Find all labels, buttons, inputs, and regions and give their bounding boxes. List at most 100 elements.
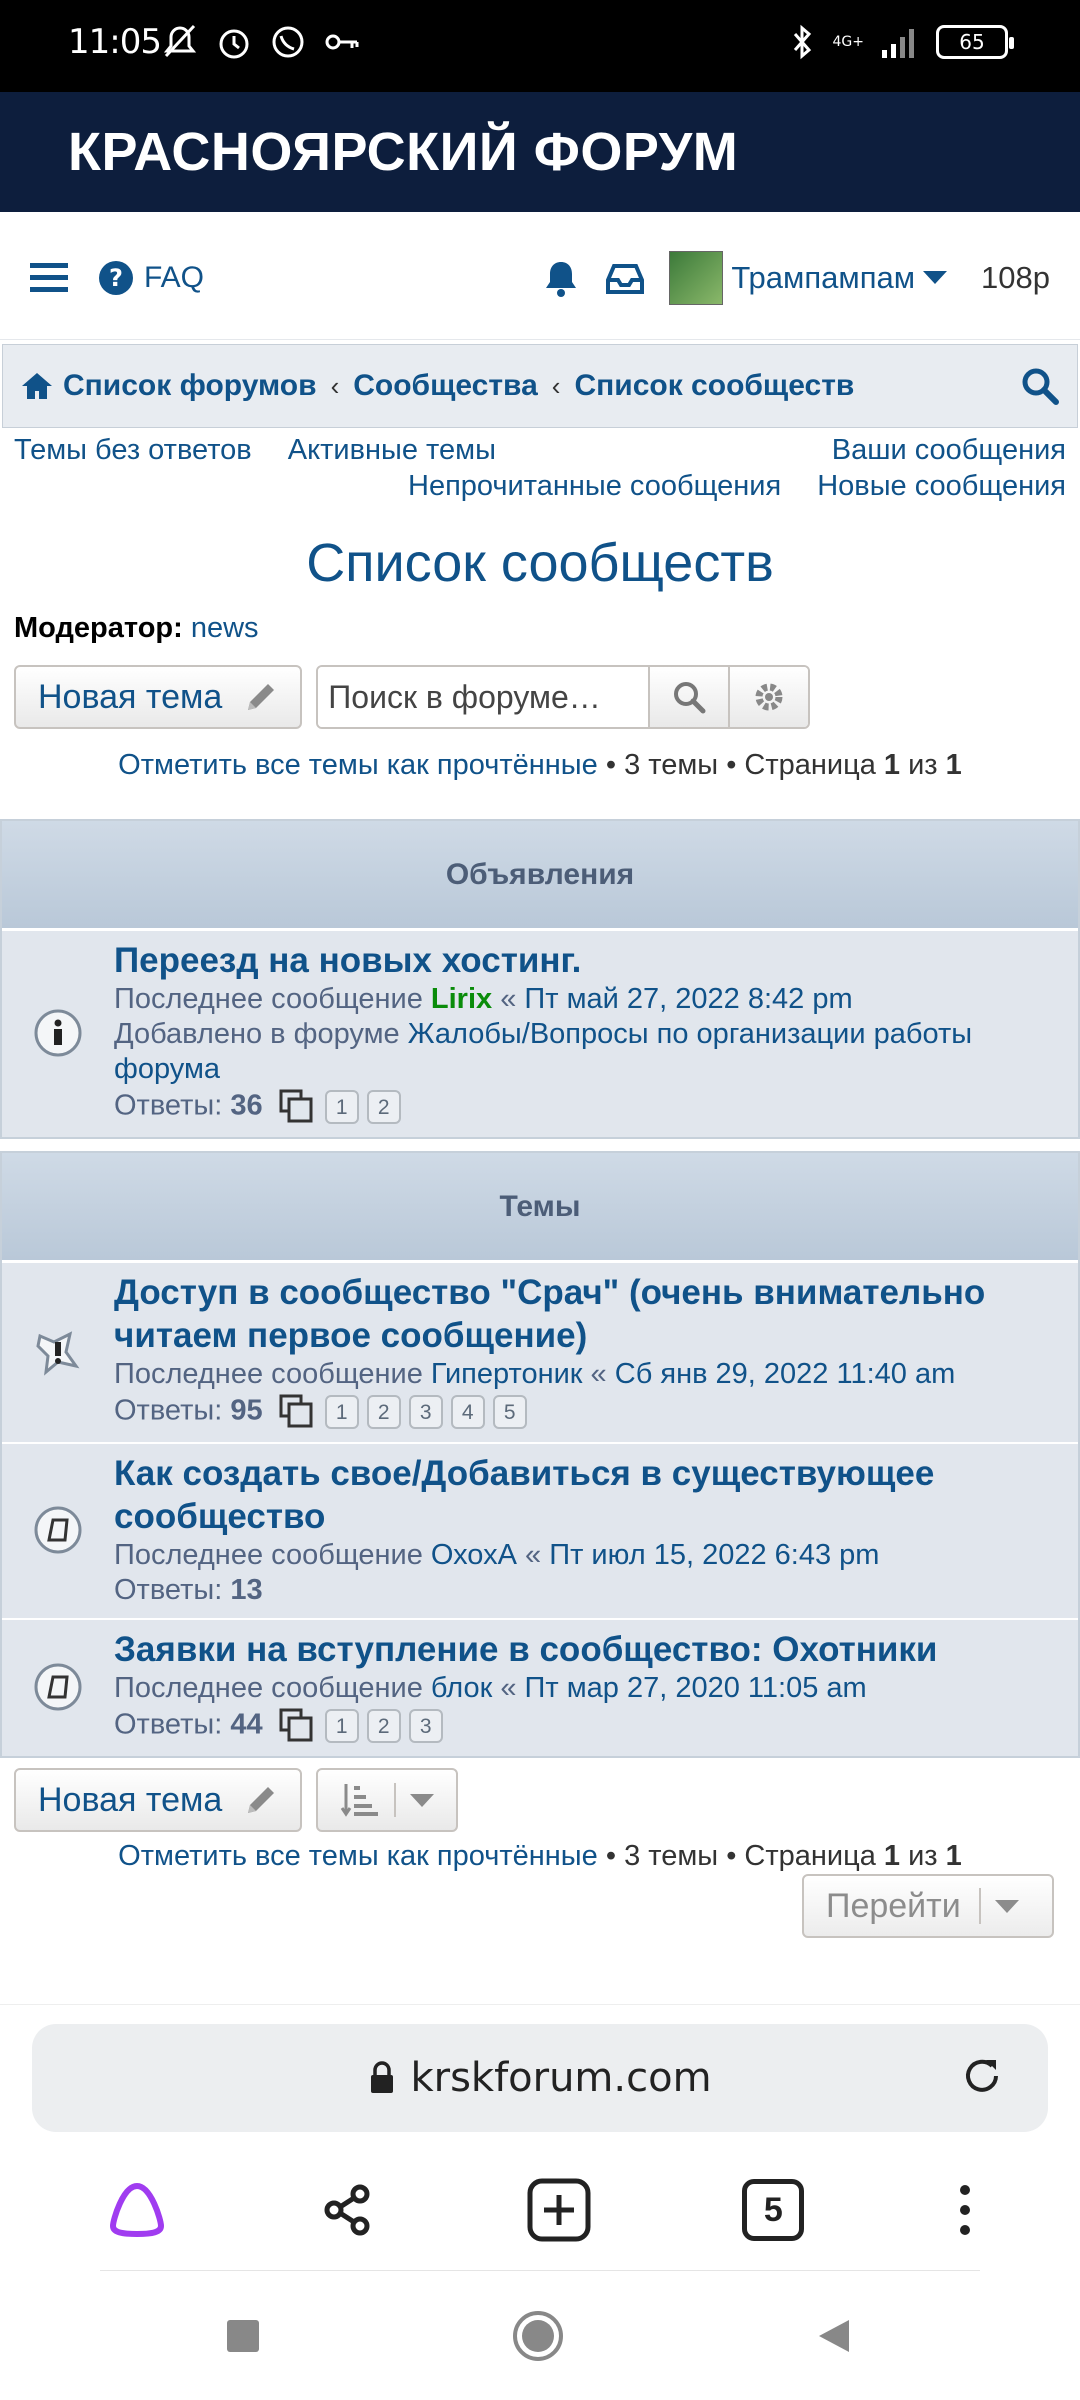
- breadcrumb-separator: ‹: [330, 370, 340, 401]
- page-title[interactable]: Список сообществ: [0, 528, 1080, 598]
- page-links: 1 2: [277, 1087, 401, 1127]
- pagination: Отметить все темы как прочтённые • 3 тем…: [0, 749, 1080, 789]
- last-post-date[interactable]: Пт май 27, 2022 8:42 pm: [524, 983, 852, 1015]
- navbar: ? FAQ Трампампам 108р: [0, 216, 1080, 340]
- recents-icon[interactable]: [225, 2318, 261, 2354]
- bluetooth-icon: [793, 24, 811, 60]
- topic-read-icon: [34, 1663, 82, 1711]
- unread-posts-link[interactable]: Непрочитанные сообщения: [408, 470, 781, 502]
- topic-title[interactable]: Доступ в сообщество "Срач" (очень внимат…: [114, 1271, 1062, 1357]
- breadcrumb: Список форумов ‹ Сообщества ‹ Список соо…: [2, 344, 1078, 428]
- home-button-icon[interactable]: [511, 2309, 565, 2363]
- last-post-label: Последнее сообщение: [114, 1358, 423, 1390]
- home-icon: [22, 373, 52, 399]
- page-links: 1 2 3: [277, 1706, 443, 1746]
- address-bar[interactable]: krskforum.com: [32, 2024, 1048, 2132]
- user-menu[interactable]: Трампампам: [669, 250, 948, 305]
- back-icon[interactable]: [815, 2316, 855, 2356]
- forum-search: Поиск в форуме…: [316, 665, 811, 729]
- topic-row: Переезд на новых хостинг. Последнее сооб…: [2, 929, 1078, 1137]
- page-link[interactable]: 2: [366, 1090, 401, 1124]
- last-post-date[interactable]: Пт мар 27, 2020 11:05 am: [525, 1672, 867, 1704]
- question-circle-icon: ?: [99, 260, 133, 295]
- page-link[interactable]: 1: [324, 1709, 359, 1743]
- sort-options-button[interactable]: [316, 1768, 459, 1832]
- jump-to-button[interactable]: Перейти: [802, 1874, 1054, 1938]
- topic-title[interactable]: Переезд на новых хостинг.: [114, 939, 1062, 982]
- moderator-link[interactable]: news: [191, 612, 259, 644]
- share-icon[interactable]: [320, 2182, 376, 2238]
- faq-link[interactable]: ? FAQ: [98, 260, 204, 296]
- status-bar: 11:05 4G+ 65: [0, 0, 1080, 92]
- replies-label: Ответы:: [114, 1574, 223, 1606]
- last-post-author[interactable]: Гипертоник: [431, 1358, 583, 1390]
- active-topics-link[interactable]: Активные темы: [288, 434, 496, 466]
- advanced-search-button[interactable]: [728, 667, 809, 727]
- breadcrumb-forums[interactable]: Список форумов: [63, 369, 317, 403]
- topics-box: Темы Доступ в сообщество "Срач" (очень в…: [0, 1151, 1080, 1758]
- replies-label: Ответы:: [114, 1394, 223, 1427]
- page-link[interactable]: 3: [408, 1395, 443, 1429]
- separator: •: [726, 749, 737, 781]
- page-link[interactable]: 1: [324, 1395, 359, 1429]
- replies-label: Ответы:: [114, 1089, 223, 1122]
- your-posts-link[interactable]: Ваши сообщения: [832, 434, 1066, 466]
- topic-title[interactable]: Как создать свое/Добавиться в существующ…: [114, 1452, 1062, 1538]
- reload-icon[interactable]: [958, 2054, 1002, 2098]
- new-topic-button[interactable]: Новая тема: [14, 1768, 303, 1832]
- tabs-button[interactable]: 5: [742, 2179, 805, 2241]
- search-input[interactable]: Поиск в форуме…: [318, 667, 649, 727]
- username: Трампампам: [731, 259, 916, 295]
- breadcrumb-community-list[interactable]: Список сообществ: [574, 369, 854, 403]
- page-link[interactable]: 4: [450, 1395, 485, 1429]
- last-post-date[interactable]: Сб янв 29, 2022 11:40 am: [615, 1358, 956, 1390]
- chevron-down-icon: [994, 1899, 1019, 1913]
- page-of: из: [908, 1840, 938, 1872]
- mark-all-read-link[interactable]: Отметить все темы как прочтённые: [118, 1840, 598, 1872]
- page-label: Страница: [744, 1840, 876, 1872]
- menu-icon[interactable]: [30, 261, 68, 295]
- pages-icon: [279, 1089, 313, 1123]
- page-current: 1: [883, 749, 901, 781]
- url-text: krskforum.com: [410, 2055, 712, 2101]
- search-icon[interactable]: [1021, 367, 1059, 405]
- page-link[interactable]: 2: [366, 1395, 401, 1429]
- new-topic-button[interactable]: Новая тема: [14, 665, 303, 729]
- chevron-down-icon: [923, 271, 948, 284]
- last-post-author[interactable]: ОхохА: [431, 1539, 517, 1571]
- moderator-line: Модератор: news: [0, 612, 1080, 645]
- bell-icon[interactable]: [541, 258, 581, 298]
- sticky-icon: [36, 1330, 80, 1376]
- breadcrumb-communities[interactable]: Сообщества: [353, 369, 538, 403]
- site-title[interactable]: КРАСНОЯРСКИЙ ФОРУМ: [68, 121, 738, 183]
- breadcrumb-separator: ‹: [551, 370, 561, 401]
- chevron-down-icon: [410, 1793, 435, 1807]
- topic-title[interactable]: Заявки на вступление в сообщество: Охотн…: [114, 1628, 1062, 1671]
- unanswered-topics-link[interactable]: Темы без ответов: [14, 434, 252, 466]
- new-posts-link[interactable]: Новые сообщения: [817, 470, 1066, 502]
- page-link[interactable]: 3: [408, 1709, 443, 1743]
- search-icon: [674, 682, 706, 714]
- key-icon: [325, 34, 359, 50]
- inbox-icon[interactable]: [605, 260, 645, 296]
- topic-row: Как создать свое/Добавиться в существующ…: [2, 1442, 1078, 1618]
- search-button[interactable]: [648, 667, 729, 727]
- moderator-label: Модератор:: [14, 612, 183, 644]
- pages-icon: [279, 1708, 313, 1742]
- more-menu-icon[interactable]: [955, 2182, 975, 2238]
- topic-row: Заявки на вступление в сообщество: Охотн…: [2, 1618, 1078, 1756]
- page-of: из: [908, 749, 938, 781]
- page-link[interactable]: 2: [366, 1709, 401, 1743]
- page-link[interactable]: 1: [324, 1090, 359, 1124]
- replies-count: 13: [230, 1574, 263, 1606]
- mark-all-read-link[interactable]: Отметить все темы как прочтённые: [118, 749, 598, 781]
- topic-read-icon: [34, 1506, 82, 1554]
- new-tab-icon[interactable]: [526, 2177, 592, 2243]
- page-link[interactable]: 5: [492, 1395, 527, 1429]
- last-post-author[interactable]: Lirix: [431, 983, 492, 1015]
- gear-icon: [755, 683, 783, 711]
- alice-assistant-icon[interactable]: [105, 2180, 169, 2240]
- last-post-author[interactable]: блок: [431, 1672, 492, 1704]
- last-post-date[interactable]: Пт июл 15, 2022 6:43 pm: [549, 1539, 879, 1571]
- last-post-label: Последнее сообщение: [114, 1672, 423, 1704]
